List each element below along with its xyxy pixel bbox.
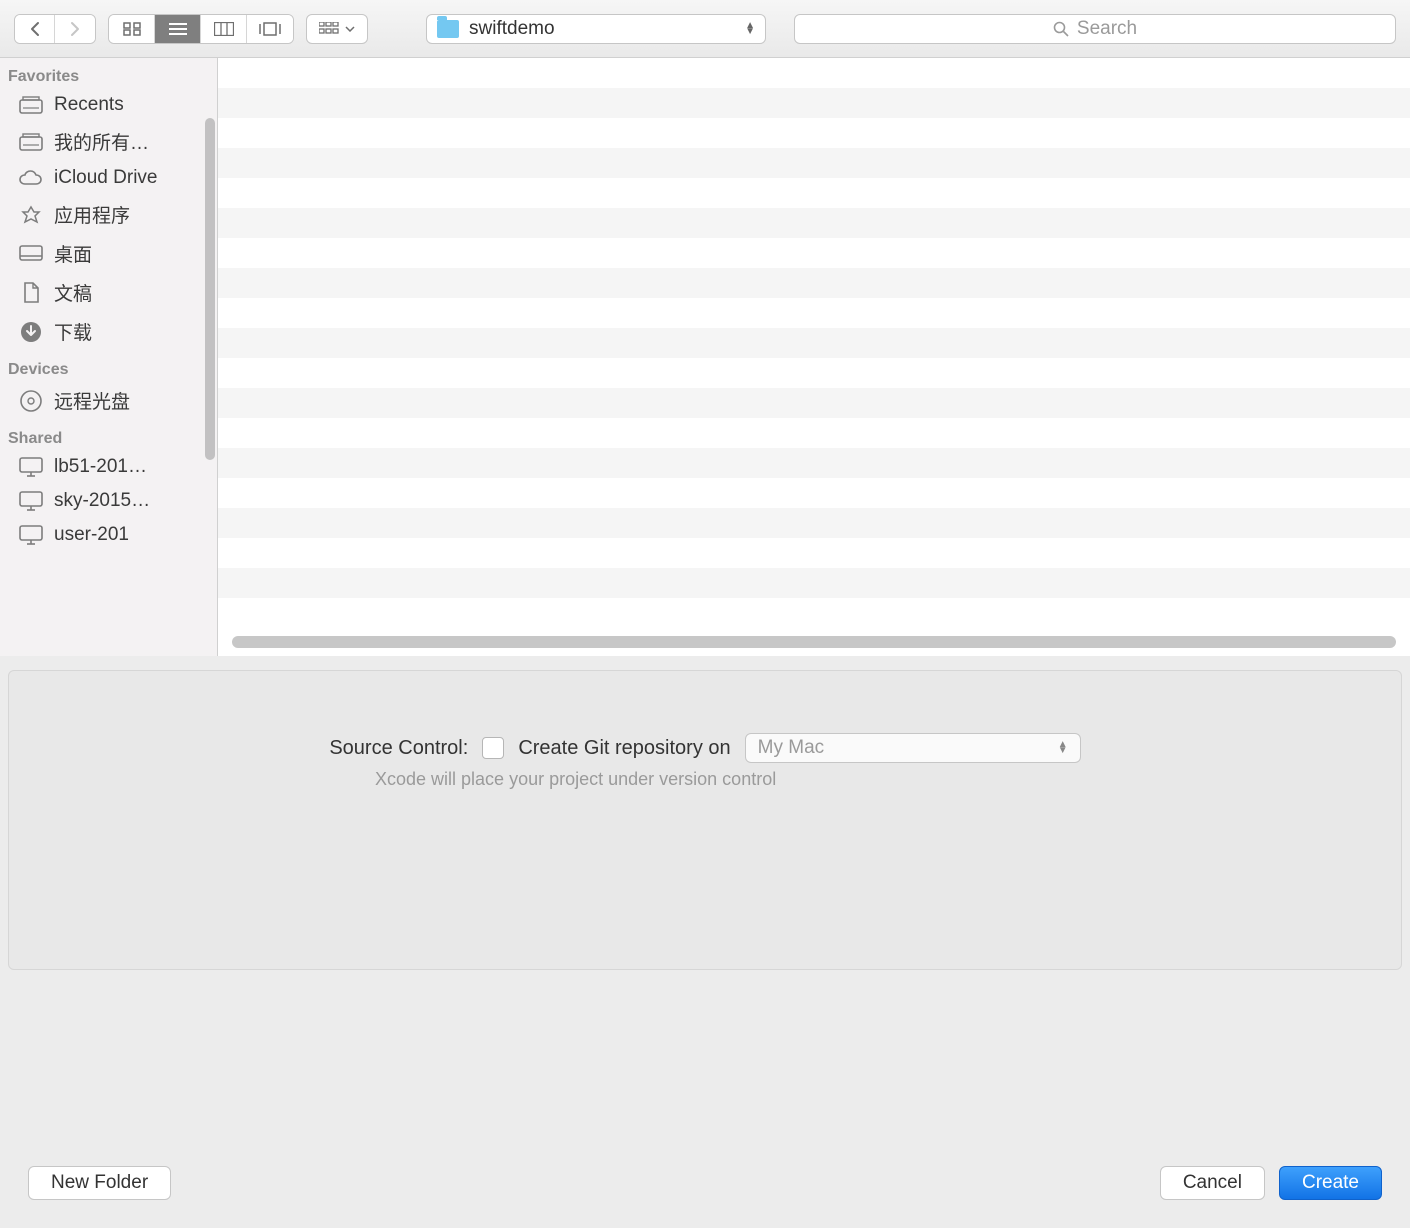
- create-label: Create: [1302, 1172, 1359, 1194]
- table-row[interactable]: [218, 388, 1410, 418]
- sidebar-section-shared: Shared: [0, 420, 217, 450]
- search-icon: [1053, 21, 1069, 37]
- table-row[interactable]: [218, 448, 1410, 478]
- sidebar-item-label: lb51-201…: [54, 456, 147, 478]
- table-row[interactable]: [218, 358, 1410, 388]
- view-coverflow-button[interactable]: [247, 15, 293, 43]
- sidebar-item-shared-1[interactable]: sky-2015…: [0, 484, 217, 518]
- cloud-icon: [18, 167, 44, 189]
- table-row[interactable]: [218, 328, 1410, 358]
- body-split: Favorites Recents 我的所有… iCloud Drive 应用程…: [0, 58, 1410, 656]
- forward-button[interactable]: [55, 15, 95, 43]
- table-row[interactable]: [218, 118, 1410, 148]
- docs-icon: [18, 282, 44, 304]
- allfiles-icon: [18, 131, 44, 153]
- git-location-value: My Mac: [758, 737, 825, 759]
- stepper-icon: ▲▼: [745, 23, 755, 35]
- create-button[interactable]: Create: [1279, 1166, 1382, 1200]
- folder-icon: [437, 20, 459, 38]
- sidebar-item-shared-0[interactable]: lb51-201…: [0, 450, 217, 484]
- sidebar-item-label: Recents: [54, 94, 124, 116]
- path-popup[interactable]: swiftdemo ▲▼: [426, 14, 766, 44]
- monitor-icon: [18, 456, 44, 478]
- cancel-button[interactable]: Cancel: [1160, 1166, 1265, 1200]
- back-button[interactable]: [15, 15, 55, 43]
- table-row[interactable]: [218, 508, 1410, 538]
- toolbar: swiftdemo ▲▼ Search: [0, 0, 1410, 58]
- table-row[interactable]: [218, 88, 1410, 118]
- sidebar-item-label: sky-2015…: [54, 490, 150, 512]
- sidebar-scrollbar[interactable]: [205, 118, 215, 460]
- recents-icon: [18, 94, 44, 116]
- monitor-icon: [18, 490, 44, 512]
- source-control-subtext: Xcode will place your project under vers…: [9, 769, 1401, 790]
- git-location-select[interactable]: My Mac ▲▼: [745, 733, 1081, 763]
- stepper-icon: ▲▼: [1058, 742, 1068, 754]
- disc-icon: [18, 390, 44, 412]
- sidebar-item-label: iCloud Drive: [54, 167, 157, 189]
- table-row[interactable]: [218, 598, 1410, 628]
- sidebar-item-shared-2[interactable]: user-201: [0, 518, 217, 552]
- table-row[interactable]: [218, 298, 1410, 328]
- view-mode-group: [108, 14, 294, 44]
- desktop-icon: [18, 243, 44, 265]
- sidebar: Favorites Recents 我的所有… iCloud Drive 应用程…: [0, 58, 218, 656]
- file-list[interactable]: [218, 58, 1410, 656]
- view-columns-button[interactable]: [201, 15, 247, 43]
- view-list-button[interactable]: [155, 15, 201, 43]
- table-row[interactable]: [218, 208, 1410, 238]
- sidebar-item-desktop[interactable]: 桌面: [0, 234, 217, 273]
- sidebar-item-label: user-201: [54, 524, 129, 546]
- sidebar-item-remotedisc[interactable]: 远程光盘: [0, 381, 217, 420]
- table-row[interactable]: [218, 268, 1410, 298]
- chevron-down-icon: [345, 26, 355, 32]
- apps-icon: [18, 204, 44, 226]
- sidebar-section-favorites: Favorites: [0, 58, 217, 88]
- options-panel: Source Control: Create Git repository on…: [8, 670, 1402, 970]
- sidebar-item-icloud[interactable]: iCloud Drive: [0, 161, 217, 195]
- sidebar-item-label: 下载: [54, 318, 92, 345]
- git-checkbox-label: Create Git repository on: [518, 737, 730, 760]
- new-folder-label: New Folder: [51, 1172, 148, 1194]
- sidebar-item-label: 应用程序: [54, 201, 130, 228]
- monitor-icon: [18, 524, 44, 546]
- git-checkbox[interactable]: [482, 737, 504, 759]
- sidebar-item-label: 远程光盘: [54, 387, 130, 414]
- view-icons-button[interactable]: [109, 15, 155, 43]
- sidebar-item-docs[interactable]: 文稿: [0, 273, 217, 312]
- path-name: swiftdemo: [469, 18, 735, 40]
- table-row[interactable]: [218, 568, 1410, 598]
- downloads-icon: [18, 321, 44, 343]
- sidebar-item-label: 桌面: [54, 240, 92, 267]
- sidebar-item-downloads[interactable]: 下载: [0, 312, 217, 351]
- arrange-button[interactable]: [306, 14, 368, 44]
- horizontal-scrollbar[interactable]: [232, 636, 1396, 648]
- source-control-label: Source Control:: [329, 737, 468, 760]
- search-field[interactable]: Search: [794, 14, 1396, 44]
- sidebar-section-devices: Devices: [0, 351, 217, 381]
- table-row[interactable]: [218, 178, 1410, 208]
- sidebar-item-recents[interactable]: Recents: [0, 88, 217, 122]
- sidebar-item-allfiles[interactable]: 我的所有…: [0, 122, 217, 161]
- table-row[interactable]: [218, 148, 1410, 178]
- arrange-icon: [319, 22, 339, 36]
- table-row[interactable]: [218, 238, 1410, 268]
- cancel-label: Cancel: [1183, 1172, 1242, 1194]
- sidebar-item-label: 我的所有…: [54, 128, 149, 155]
- search-placeholder: Search: [1077, 18, 1137, 40]
- table-row[interactable]: [218, 418, 1410, 448]
- source-control-row: Source Control: Create Git repository on…: [9, 733, 1401, 763]
- bottom-bar: New Folder Cancel Create: [0, 978, 1410, 1228]
- sidebar-item-label: 文稿: [54, 279, 92, 306]
- table-row[interactable]: [218, 58, 1410, 88]
- table-row[interactable]: [218, 478, 1410, 508]
- new-folder-button[interactable]: New Folder: [28, 1166, 171, 1200]
- sidebar-item-apps[interactable]: 应用程序: [0, 195, 217, 234]
- nav-group: [14, 14, 96, 44]
- table-row[interactable]: [218, 538, 1410, 568]
